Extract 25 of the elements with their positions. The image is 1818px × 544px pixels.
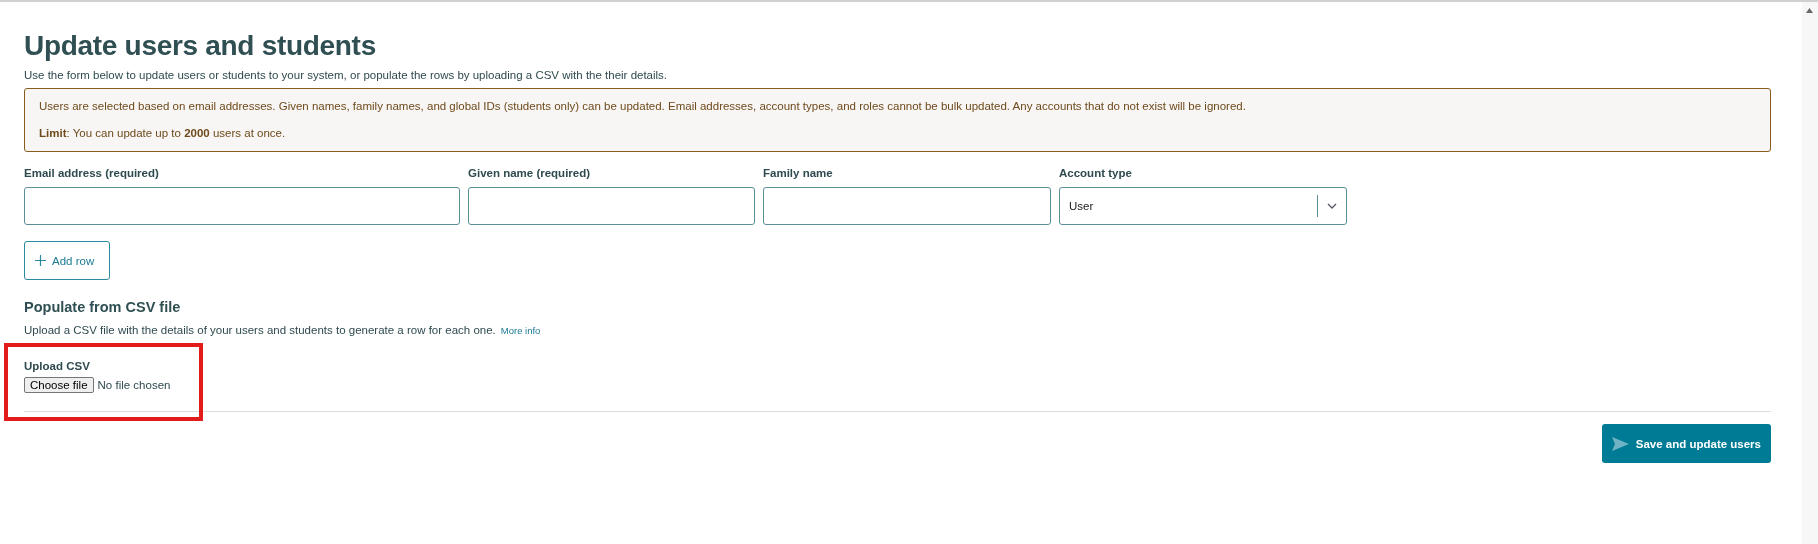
more-info-link[interactable]: More info xyxy=(500,325,541,336)
chevron-down-icon xyxy=(1327,203,1337,209)
section-description: Upload a CSV file with the details of your users and students to generate a row for each one. xyxy=(24,323,496,337)
field-label: Email address (required) xyxy=(24,166,160,180)
field-label: Given name (required) xyxy=(468,166,592,180)
text-field[interactable] xyxy=(24,187,460,225)
text-field[interactable] xyxy=(468,187,755,225)
send-icon xyxy=(1611,436,1629,451)
field-label: Account type xyxy=(1059,166,1133,180)
file-status: No file chosen xyxy=(97,379,171,391)
scroll-up-icon[interactable] xyxy=(1806,8,1813,13)
add-row-button[interactable]: Add row xyxy=(24,241,110,280)
account-type-dropdown[interactable]: User xyxy=(1059,187,1347,225)
upload-label: Upload CSV xyxy=(24,359,91,373)
scrollbar[interactable] xyxy=(1802,2,1818,544)
save-button[interactable]: Save and update users xyxy=(1601,424,1771,463)
text-field[interactable] xyxy=(763,187,1051,225)
section-heading: Populate from CSV file xyxy=(24,298,182,316)
plus-icon xyxy=(35,255,46,266)
choose-file-button[interactable]: Choose file xyxy=(24,377,94,393)
page-title: Update users and students xyxy=(24,30,377,62)
limit-text: Limit: You can update up to 2000 users at once. xyxy=(39,126,287,140)
notice-text: Users are selected based on email addresses. Given names, family names, and global IDs (students only) can be updated. Email addresses, account types, and roles cannot be bulk updated. Any accounts that do not exist will be ignored. xyxy=(39,99,1247,113)
intro-text: Use the form below to update users or students to your system, or populate the rows by uploading a CSV with the their details. xyxy=(24,68,669,82)
field-label: Family name xyxy=(763,166,834,180)
